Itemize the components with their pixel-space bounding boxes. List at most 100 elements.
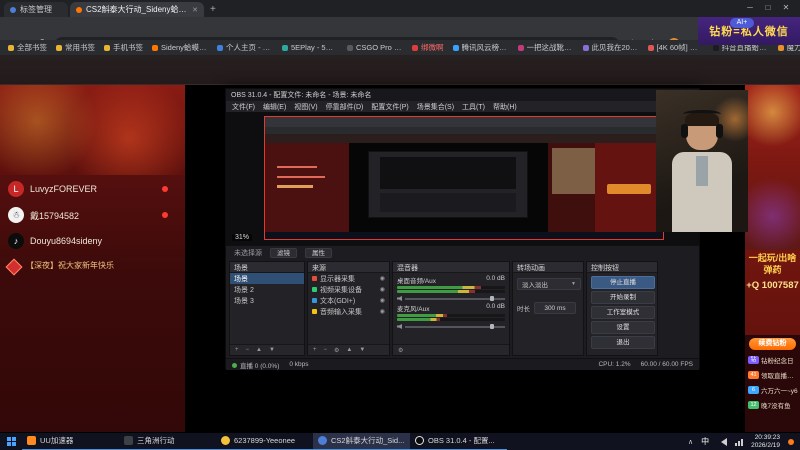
menu-scene-collection[interactable]: 场景集合(S): [417, 102, 454, 112]
audio-meter: [397, 318, 505, 321]
obs-titlebar: OBS 31.0.4 - 配置文件: 未命名 - 场景: 未命名 ─ □ ✕: [226, 89, 699, 101]
bookmark-item[interactable]: 此见我在20000任: [582, 42, 639, 53]
stop-streaming-button[interactable]: 停止直播: [591, 276, 655, 289]
follower-row[interactable]: ♪ Douyu8694sideny: [8, 233, 178, 249]
follower-row[interactable]: ☃ 戴15794582: [8, 207, 178, 223]
mixer-settings-icon[interactable]: ⚙: [398, 347, 403, 354]
favicon: [282, 44, 288, 51]
system-tray: ∧ 中 20:39:23 2026/2/19: [688, 433, 800, 450]
tab-tag-manager[interactable]: 标签管理: [4, 2, 68, 17]
bookmark-item[interactable]: 个人主页 - 5EPlay: [217, 42, 273, 53]
source-down-icon[interactable]: ▼: [359, 347, 365, 353]
scene-item[interactable]: 场景 2: [230, 284, 304, 295]
visibility-eye-icon[interactable]: ◉: [380, 286, 385, 293]
bookmark-item[interactable]: 全部书签: [8, 42, 47, 53]
status-fps: 60.00 / 60.00 FPS: [640, 361, 693, 368]
bookmark-item[interactable]: 一把这战靴不忘: [517, 42, 574, 53]
screen: 标签管理 CS2斛泰大行动_Sideny蛤蟆斯顿 ✕ + ─ □ ✕ ← → ↻…: [0, 0, 800, 450]
exit-button[interactable]: 退出: [591, 336, 655, 349]
menu-tools[interactable]: 工具(T): [462, 102, 485, 112]
follower-avatar: L: [8, 181, 24, 197]
volume-slider[interactable]: [397, 324, 505, 329]
bookmark-item[interactable]: 5EPlay - 5EPlay: [282, 43, 338, 52]
scene-item[interactable]: 场景 3: [230, 295, 304, 306]
notification-badge[interactable]: [788, 438, 794, 445]
start-button[interactable]: [0, 433, 22, 450]
properties-button[interactable]: 属性: [305, 247, 332, 258]
source-item[interactable]: 显示器采集 ◉: [308, 273, 389, 284]
audio-meter: [397, 286, 505, 289]
remove-scene-icon[interactable]: −: [246, 347, 250, 353]
tray-time: 20:39:23: [754, 433, 780, 441]
window-minimize-button[interactable]: ─: [742, 3, 758, 12]
network-icon[interactable]: [735, 438, 744, 446]
source-up-icon[interactable]: ▲: [346, 347, 352, 353]
mixer-channel-db: 0.0 dB: [486, 303, 505, 310]
taskbar-app-uu[interactable]: UU加速器: [22, 433, 119, 450]
add-scene-icon[interactable]: +: [235, 347, 239, 353]
menu-edit[interactable]: 编辑(E): [263, 102, 286, 112]
filters-button[interactable]: 滤镜: [270, 247, 297, 258]
favicon: [517, 44, 524, 51]
promo-banner-middle[interactable]: [745, 165, 800, 250]
bookmark-item[interactable]: 手机书签: [104, 42, 143, 53]
scene-down-icon[interactable]: ▼: [269, 347, 275, 353]
taskbar-app-delta[interactable]: 三角洲行动: [119, 433, 216, 450]
bookmark-item[interactable]: 腾讯风云榜 - 中国: [452, 42, 509, 53]
remove-source-icon[interactable]: −: [324, 347, 328, 353]
menu-file[interactable]: 文件(F): [232, 102, 255, 112]
taskbar-app-obs[interactable]: OBS 31.0.4 - 配置...: [410, 433, 507, 450]
menu-docks[interactable]: 停靠部件(D): [326, 102, 364, 112]
window-maximize-button[interactable]: □: [760, 3, 776, 12]
browser-toolbar: ← → ↻ www.douyu.com/8694?dyshid=3b670-f3…: [0, 17, 800, 54]
display-capture-icon: [312, 276, 317, 281]
scene-item[interactable]: 场景: [230, 273, 304, 284]
start-recording-button[interactable]: 开始录制: [591, 291, 655, 304]
bookmark-item[interactable]: 绑微啊: [412, 42, 444, 53]
scene-up-icon[interactable]: ▲: [256, 347, 262, 353]
menu-view[interactable]: 视图(V): [294, 102, 317, 112]
qq-contact-overlay: 一起玩/出啥弹药 +Q 1007587: [745, 252, 800, 291]
tray-expand-icon[interactable]: ∧: [688, 438, 693, 446]
source-settings-icon[interactable]: ⚙: [334, 347, 339, 354]
visibility-eye-icon[interactable]: ◉: [380, 297, 385, 304]
headphone-right-icon: [716, 124, 723, 138]
new-tab-button[interactable]: +: [210, 4, 216, 15]
taskbar-app-browser[interactable]: CS2斛泰大行动_Sid...: [313, 432, 410, 450]
duration-input[interactable]: 300 ms: [534, 302, 576, 314]
folder-icon: [104, 44, 110, 51]
tab-douyu-stream[interactable]: CS2斛泰大行动_Sideny蛤蟆斯顿 ✕: [70, 2, 204, 17]
favicon: [347, 44, 353, 51]
window-close-button[interactable]: ✕: [778, 3, 794, 12]
live-dot-icon: [162, 186, 168, 192]
settings-button[interactable]: 设置: [591, 321, 655, 334]
follower-row[interactable]: L LuvyzFOREVER: [8, 181, 178, 197]
ai-plus-badge[interactable]: AI+: [730, 18, 754, 28]
visibility-eye-icon[interactable]: ◉: [380, 308, 385, 315]
visibility-eye-icon[interactable]: ◉: [380, 275, 385, 282]
bookmark-item[interactable]: 常用书签: [56, 42, 95, 53]
volume-slider[interactable]: [397, 296, 505, 301]
menu-profile[interactable]: 配置文件(P): [371, 102, 408, 112]
transition-select[interactable]: 淡入淡出 ▼: [517, 278, 581, 290]
ime-indicator[interactable]: 中: [701, 436, 709, 447]
duration-label: 时长: [517, 306, 530, 313]
chat-message-text: 【深夜】祝大家新年快乐: [26, 261, 114, 270]
studio-mode-button[interactable]: 工作室模式: [591, 306, 655, 319]
mixer-channel-name: 麦克风/Aux: [397, 306, 430, 313]
bookmark-item[interactable]: [4K 60帧] 纯享: [647, 42, 704, 53]
renew-diamond-fan-button[interactable]: 续费钻粉: [749, 338, 796, 350]
obs-menubar: 文件(F) 编辑(E) 视图(V) 停靠部件(D) 配置文件(P) 场景集合(S…: [226, 101, 699, 112]
menu-help[interactable]: 帮助(H): [493, 102, 517, 112]
taskbar-app-yeeonee[interactable]: 6237899-Yeeonee: [216, 433, 313, 450]
add-source-icon[interactable]: +: [313, 347, 317, 353]
bookmark-item[interactable]: CSGO Pro Setti: [347, 43, 403, 52]
bookmark-item[interactable]: Sideny蛤蟆斯顿: [152, 42, 208, 53]
source-item[interactable]: 音频输入采集 ◉: [308, 306, 389, 317]
source-item[interactable]: 文本(GDI+) ◉: [308, 295, 389, 306]
promo-banner-top[interactable]: [745, 85, 800, 163]
volume-icon[interactable]: [717, 437, 728, 446]
tab-close-icon[interactable]: ✕: [192, 6, 198, 14]
source-item[interactable]: 视频采集设备 ◉: [308, 284, 389, 295]
tray-clock[interactable]: 20:39:23 2026/2/19: [751, 434, 780, 450]
